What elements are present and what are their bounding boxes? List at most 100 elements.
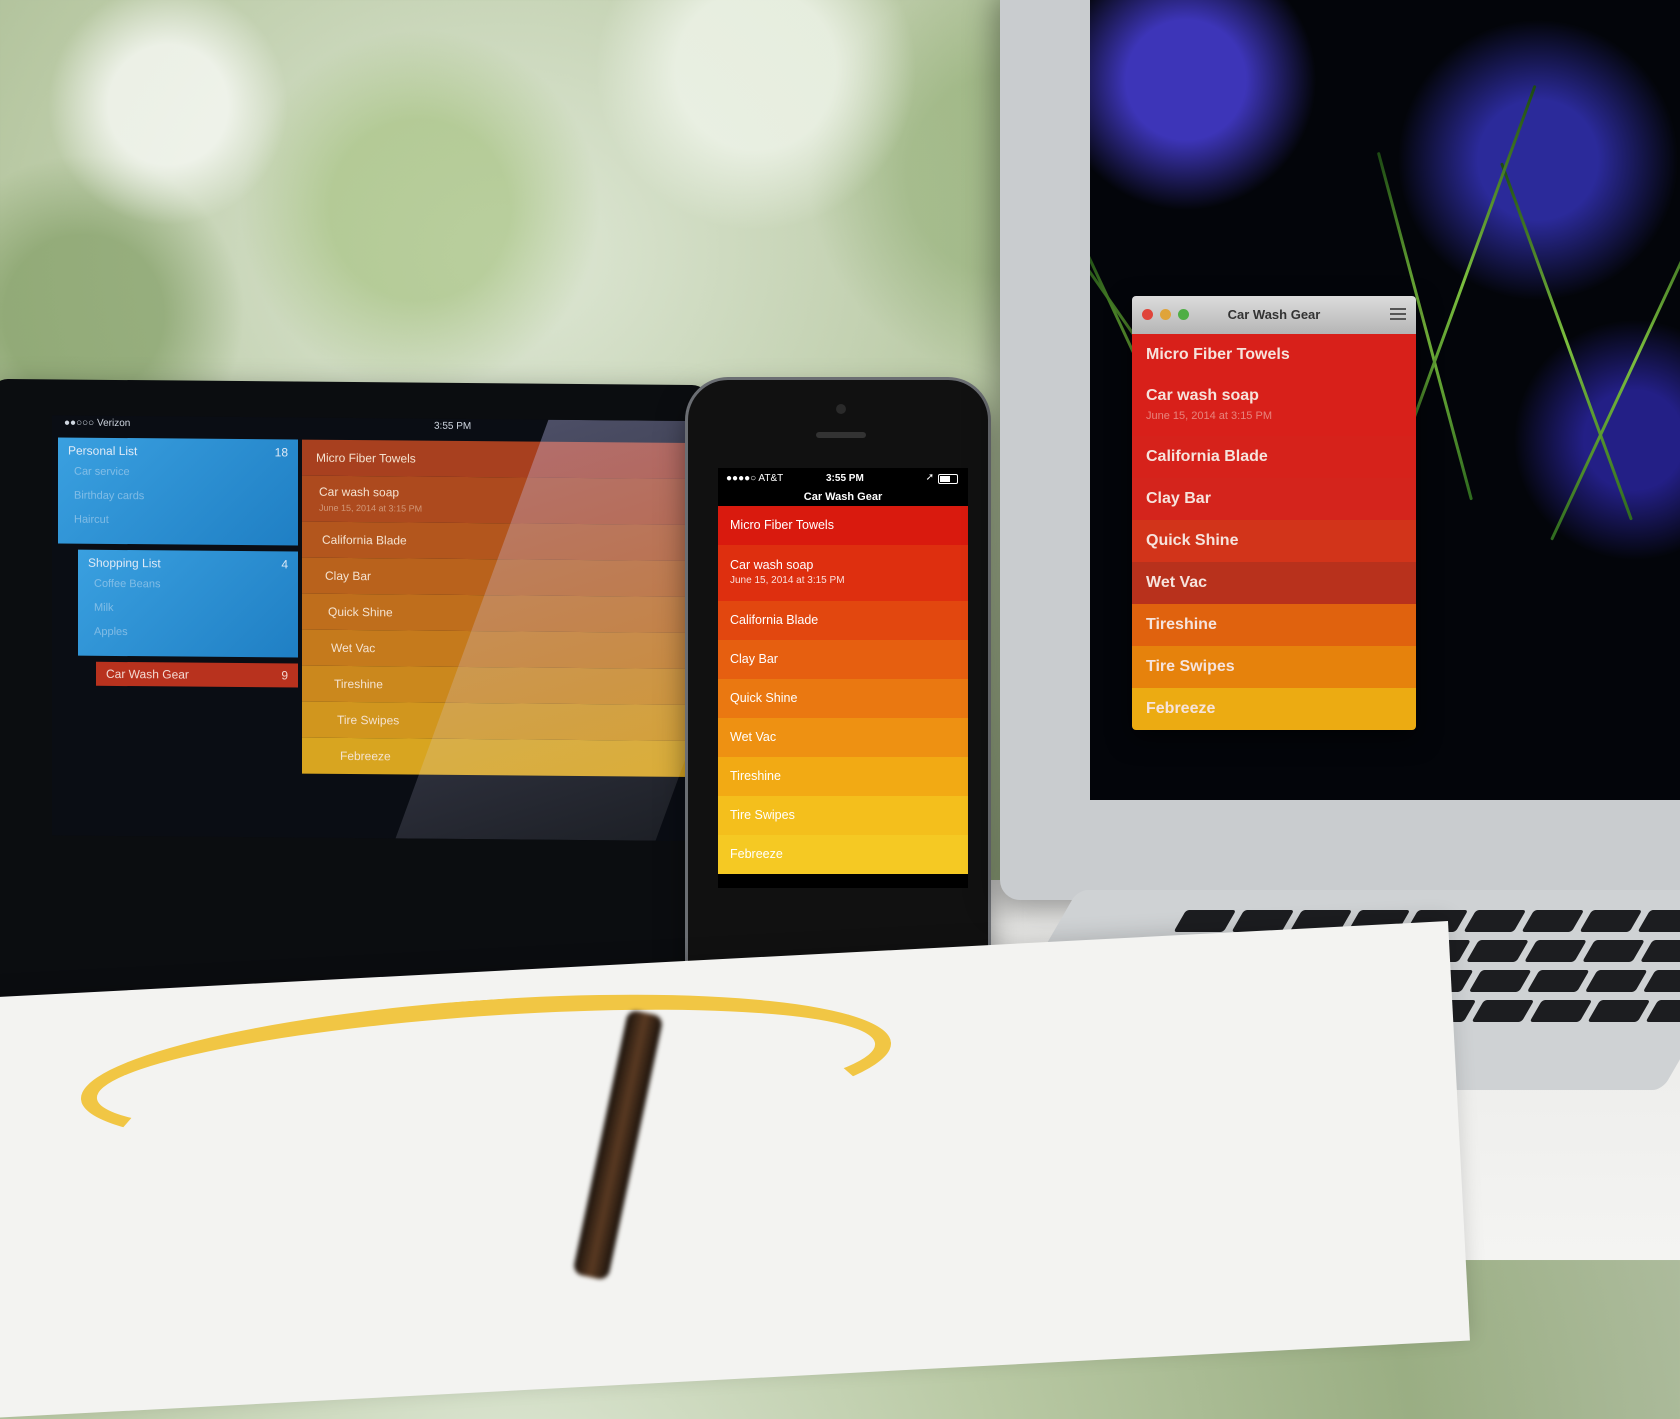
- list-item-title: Car wash soap: [1146, 387, 1259, 404]
- list-item-title: Car wash soap: [319, 484, 400, 500]
- laptop-device: Car Wash Gear Micro Fiber Towels Car wash…: [1000, 0, 1680, 900]
- list-preview-item: Apples: [94, 625, 128, 639]
- list-item-title: Febreeze: [730, 847, 783, 861]
- list-item-title: Tire Swipes: [730, 808, 795, 822]
- keyboard-key: [1524, 940, 1587, 962]
- window-title: Car Wash Gear: [1227, 307, 1321, 322]
- phone-camera: [836, 404, 846, 414]
- keyboard-key: [1468, 970, 1532, 992]
- list-item-title: Clay Bar: [1146, 490, 1211, 507]
- list-item-title: Car wash soap: [730, 558, 814, 572]
- mac-app-window: Car Wash Gear Micro Fiber Towels Car wash…: [1132, 296, 1416, 730]
- list-item-title: Quick Shine: [328, 604, 393, 620]
- battery-icon: [938, 474, 958, 484]
- list-item-title: Quick Shine: [1146, 532, 1239, 549]
- wallpaper-grass-blade: [1550, 176, 1680, 541]
- list-item[interactable]: Quick Shine: [718, 679, 968, 718]
- keyboard-key: [1529, 1000, 1593, 1022]
- list-item[interactable]: Wet Vac: [1132, 562, 1416, 604]
- list-item[interactable]: Wet Vac: [718, 718, 968, 757]
- keyboard-key: [1637, 910, 1680, 932]
- list-item[interactable]: Tireshine: [718, 757, 968, 796]
- keyboard-key: [1582, 940, 1645, 962]
- list-item-title: Wet Vac: [331, 640, 376, 656]
- keyboard-key: [1521, 910, 1585, 932]
- list-item-title: Tireshine: [1146, 616, 1217, 633]
- mac-items-list: Micro Fiber Towels Car wash soap June 15, …: [1132, 334, 1416, 730]
- list-item[interactable]: Clay Bar: [718, 640, 968, 679]
- phone-list-title: Car Wash Gear: [803, 491, 883, 503]
- list-item-title: Wet Vac: [730, 730, 777, 744]
- list-item[interactable]: Febreeze: [718, 835, 968, 874]
- keyboard-key: [1584, 970, 1648, 992]
- list-item-title: Febreeze: [340, 748, 391, 764]
- list-item-title: Quick Shine: [730, 691, 798, 705]
- list-preview-item: Haircut: [74, 513, 109, 526]
- list-card-personal[interactable]: Personal List 18 Car service Birthday car…: [58, 437, 298, 546]
- phone-carrier: ●●●●○ AT&T: [726, 473, 784, 484]
- list-item[interactable]: California Blade: [1132, 436, 1416, 478]
- list-name: Car Wash Gear: [106, 666, 189, 682]
- keyboard-key: [1587, 1000, 1651, 1022]
- list-item[interactable]: Micro Fiber Towels: [718, 506, 968, 545]
- list-item[interactable]: Febreeze: [1132, 688, 1416, 730]
- list-item-title: Tireshine: [730, 769, 781, 783]
- phone-time: 3:55 PM: [826, 473, 864, 484]
- tablet-lists-pane: Personal List 18 Car service Birthday car…: [58, 437, 298, 688]
- keyboard-key: [1645, 1000, 1680, 1022]
- list-item-title: Tireshine: [334, 676, 383, 692]
- list-item[interactable]: Car wash soap June 15, 2014 at 3:15 PM: [718, 545, 968, 601]
- keyboard-key: [1466, 940, 1529, 962]
- list-preview-item: Coffee Beans: [94, 577, 161, 591]
- tablet-carrier: ●●○○○ Verizon: [64, 417, 131, 430]
- list-item-title: Micro Fiber Towels: [316, 450, 416, 466]
- list-item-title: Micro Fiber Towels: [1146, 346, 1290, 363]
- list-preview-item: Birthday cards: [74, 489, 145, 503]
- list-item[interactable]: Tire Swipes: [718, 796, 968, 835]
- list-item-reminder: June 15, 2014 at 3:15 PM: [1146, 410, 1272, 422]
- tablet-screen: ●●○○○ Verizon 3:55 PM Personal List 18 Ca…: [52, 415, 692, 841]
- location-arrow-icon: ➚: [925, 472, 934, 483]
- list-item[interactable]: Tireshine: [1132, 604, 1416, 646]
- list-preview-item: Milk: [94, 601, 114, 614]
- list-name: Shopping List: [88, 555, 161, 571]
- list-item[interactable]: Car wash soap June 15, 2014 at 3:15 PM: [1132, 376, 1416, 436]
- list-item[interactable]: Micro Fiber Towels: [1132, 334, 1416, 376]
- laptop-screen-wallpaper: Car Wash Gear Micro Fiber Towels Car wash…: [1090, 0, 1680, 800]
- keyboard-key: [1640, 940, 1680, 962]
- list-item-title: Clay Bar: [325, 568, 372, 584]
- window-titlebar[interactable]: Car Wash Gear: [1132, 296, 1416, 334]
- list-item[interactable]: California Blade: [718, 601, 968, 640]
- wallpaper-grass-blade: [1500, 162, 1633, 521]
- tablet-device: ●●○○○ Verizon 3:55 PM Personal List 18 Ca…: [0, 378, 710, 1006]
- phone-speaker: [816, 432, 866, 438]
- tablet-time: 3:55 PM: [434, 420, 472, 433]
- list-item-title: California Blade: [322, 532, 407, 548]
- list-count: 18: [274, 445, 288, 460]
- keyboard-key: [1642, 970, 1680, 992]
- list-item-reminder: June 15, 2014 at 3:15 PM: [730, 575, 845, 586]
- hamburger-menu-icon[interactable]: [1390, 308, 1406, 320]
- list-item-title: Tire Swipes: [337, 712, 400, 728]
- list-item-title: Clay Bar: [730, 652, 778, 666]
- list-item-title: California Blade: [1146, 448, 1268, 465]
- phone-status-bar: ●●●●○ AT&T 3:55 PM ➚: [718, 468, 968, 488]
- phone-items-list: Micro Fiber Towels Car wash soap June 15, …: [718, 506, 968, 874]
- phone-device: ●●●●○ AT&T 3:55 PM ➚ Car Wash Gear Micro…: [688, 380, 988, 1008]
- notebook: [0, 921, 1470, 1419]
- list-item-title: Febreeze: [1146, 700, 1216, 717]
- keyboard-key: [1579, 910, 1643, 932]
- keyboard-key: [1173, 910, 1237, 932]
- list-item[interactable]: Clay Bar: [1132, 478, 1416, 520]
- keyboard-key: [1471, 1000, 1535, 1022]
- list-item-title: Wet Vac: [1146, 574, 1208, 591]
- list-item-title: Micro Fiber Towels: [730, 518, 834, 532]
- list-count: 4: [281, 557, 288, 572]
- keyboard-key: [1463, 910, 1527, 932]
- list-count: 9: [281, 668, 288, 683]
- list-item[interactable]: Tire Swipes: [1132, 646, 1416, 688]
- list-item[interactable]: Quick Shine: [1132, 520, 1416, 562]
- list-card-shopping[interactable]: Shopping List 4 Coffee Beans Milk Apples: [78, 549, 298, 658]
- list-card-car-wash-gear[interactable]: Car Wash Gear 9: [96, 661, 298, 688]
- phone-screen: ●●●●○ AT&T 3:55 PM ➚ Car Wash Gear Micro…: [718, 468, 968, 888]
